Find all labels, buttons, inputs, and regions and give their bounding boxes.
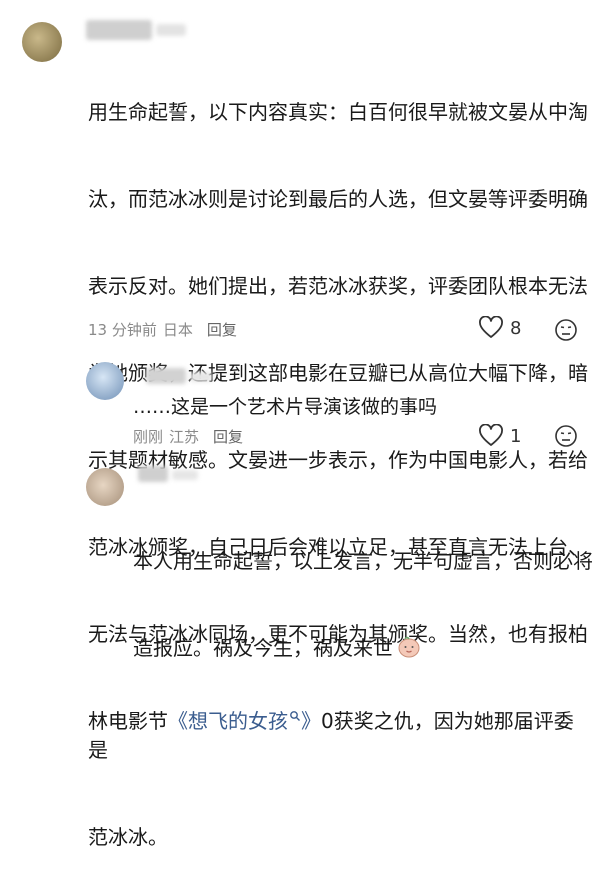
avatar[interactable] <box>86 362 124 400</box>
face-icon[interactable] <box>554 424 578 448</box>
comment-line: 造报应。祸及今生，祸及来世 <box>133 634 593 663</box>
comment-text: 林电影节 <box>88 709 168 733</box>
reply-button[interactable]: 回复 <box>207 321 237 339</box>
timestamp: 13 分钟前 <box>88 321 157 339</box>
comment-meta: 13 分钟前 日本 回复 <box>88 320 243 340</box>
username-blurred-2 <box>190 372 212 382</box>
username-blurred-2 <box>156 24 186 36</box>
search-link-close[interactable]: 》 <box>301 709 321 733</box>
comment-text: 造报应。祸及今生，祸及来世 <box>133 636 393 660</box>
search-icon[interactable] <box>289 710 301 722</box>
reply-button[interactable]: 回复 <box>213 428 243 446</box>
username-blurred-2 <box>172 470 198 480</box>
comment-line: 林电影节《想飞的女孩 》0获奖之仇，因为她那届评委是 <box>88 707 588 765</box>
like-button[interactable]: 8 <box>478 316 521 340</box>
location: 江苏 <box>169 428 200 446</box>
face-icon[interactable] <box>554 318 578 342</box>
reply-body: ……这是一个艺术片导演该做的事吗 <box>133 396 438 418</box>
username-blurred[interactable] <box>138 466 168 482</box>
avatar[interactable] <box>22 22 62 62</box>
timestamp: 刚刚 <box>133 428 164 446</box>
username-blurred[interactable] <box>146 368 186 384</box>
comment-line: 用生命起誓，以下内容真实：白百何很早就被文晏从中淘 <box>88 100 588 124</box>
reply-meta: 刚刚 江苏 回复 <box>133 427 249 447</box>
comment-line: 本人用生命起誓，以上发言，无半句虚言，否则必将 <box>133 549 593 573</box>
comment-line: 表示反对。她们提出，若范冰冰获奖，评委团队根本无法 <box>88 274 588 298</box>
username-blurred[interactable] <box>86 20 152 40</box>
avatar[interactable] <box>86 468 124 506</box>
like-count: 8 <box>510 317 522 339</box>
heart-icon[interactable] <box>478 316 504 340</box>
comment-line: 范冰冰。 <box>88 825 168 849</box>
comment-body: 用生命起誓，以下内容真实：白百何很早就被文晏从中淘 汰，而范冰冰则是讨论到最后的… <box>88 40 588 881</box>
comment-body: 本人用生命起誓，以上发言，无半句虚言，否则必将 造报应。祸及今生，祸及来世 <box>133 489 593 692</box>
emoji-face-icon <box>398 636 420 658</box>
like-button[interactable]: 1 <box>478 424 521 448</box>
search-link-label[interactable]: 《想飞的女孩 <box>168 709 288 733</box>
like-count: 1 <box>510 425 522 447</box>
search-link[interactable]: 《想飞的女孩》 <box>168 709 321 733</box>
heart-icon[interactable] <box>478 424 504 448</box>
comment-line: 汰，而范冰冰则是讨论到最后的人选，但文晏等评委明确 <box>88 187 588 211</box>
location: 日本 <box>162 321 193 339</box>
